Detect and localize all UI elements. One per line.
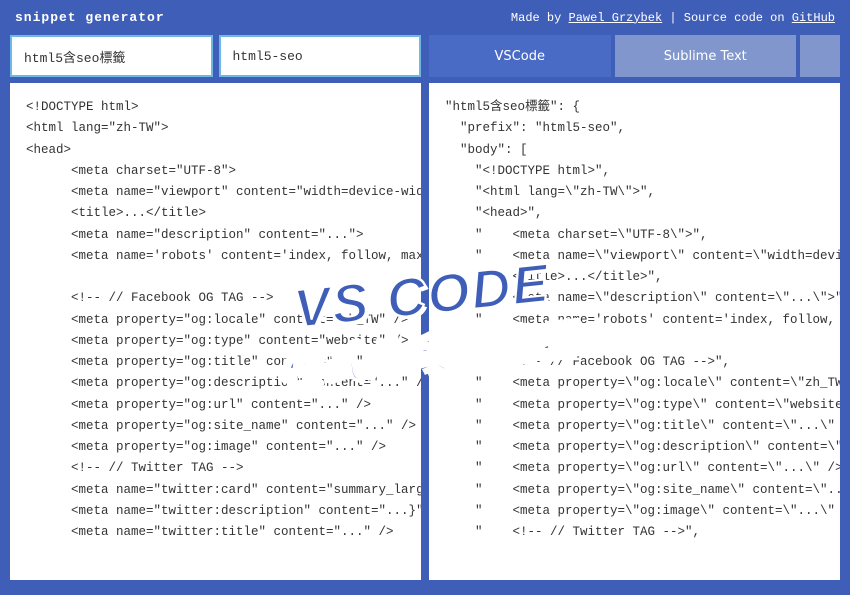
code-line: <!DOCTYPE html> (26, 97, 405, 118)
code-line: <meta property="og:description" content=… (26, 373, 405, 394)
code-line: " <meta property=\"og:image\" content=\"… (445, 501, 824, 522)
code-line: " <meta name=\"viewport\" content=\"widt… (445, 246, 824, 267)
code-line: <meta property="og:site_name" content=".… (26, 416, 405, 437)
author-link[interactable]: Pawel Grzybek (569, 11, 663, 25)
right-panel: VSCode Sublime Text "html5含seo標籤": { "pr… (429, 35, 840, 580)
code-line: <meta property="og:type" content="websit… (26, 331, 405, 352)
code-line: "<html lang=\"zh-TW\">", (445, 182, 824, 203)
code-line: " <meta name=\"description\" content=\".… (445, 288, 824, 309)
code-line: " <meta name='robots' content='index, fo… (445, 310, 824, 331)
code-line: " <meta property=\"og:url\" content=\"..… (445, 458, 824, 479)
code-line: <meta property="og:image" content="..." … (26, 437, 405, 458)
code-line: <meta property="og:locale" content="zh_T… (26, 310, 405, 331)
code-line: "<!DOCTYPE html>", (445, 161, 824, 182)
code-line: <meta property="og:title" content="..." … (26, 352, 405, 373)
code-line: "html5含seo標籤": { (445, 97, 824, 118)
code-line: "prefix": "html5-seo", (445, 118, 824, 139)
code-line (26, 267, 405, 288)
editor-tabs: VSCode Sublime Text (429, 35, 840, 77)
code-line: " <meta charset=\"UTF-8\">", (445, 225, 824, 246)
tab-trigger-input[interactable] (219, 35, 422, 77)
code-line: <meta name="description" content="..."> (26, 225, 405, 246)
code-line: <!-- // Twitter TAG --> (26, 458, 405, 479)
code-line: <!-- // Facebook OG TAG --> (26, 288, 405, 309)
header-credits: Made by Pawel Grzybek | Source code on G… (511, 11, 835, 25)
code-line: <meta charset="UTF-8"> (26, 161, 405, 182)
code-line: <meta name="twitter:description" content… (26, 501, 405, 522)
tab-extra[interactable] (800, 35, 840, 77)
code-line: <meta name="twitter:title" content="..."… (26, 522, 405, 543)
code-line: "<head>", (445, 203, 824, 224)
code-line: " <meta property=\"og:title\" content=\"… (445, 416, 824, 437)
code-line: " <!-- // Facebook OG TAG -->", (445, 352, 824, 373)
code-line: <meta name="viewport" content="width=dev… (26, 182, 405, 203)
code-line: <meta name="twitter:card" content="summa… (26, 480, 405, 501)
code-line: <html lang="zh-TW"> (26, 118, 405, 139)
source-code-area[interactable]: <!DOCTYPE html><html lang="zh-TW"><head>… (10, 83, 421, 580)
left-panel: <!DOCTYPE html><html lang="zh-TW"><head>… (10, 35, 421, 580)
header: snippet generator Made by Pawel Grzybek … (0, 0, 850, 35)
description-input[interactable] (10, 35, 213, 77)
code-line: " <!-- // Twitter TAG -->", (445, 522, 824, 543)
code-line: " <meta property=\"og:locale\" content=\… (445, 373, 824, 394)
code-line: " <meta property=\"og:type\" content=\"w… (445, 395, 824, 416)
code-line: "", (445, 331, 824, 352)
code-line: <title>...</title> (26, 203, 405, 224)
github-link[interactable]: GitHub (792, 11, 835, 25)
tab-vscode[interactable]: VSCode (429, 35, 611, 77)
app-title: snippet generator (15, 10, 165, 25)
code-line: <meta name='robots' content='index, foll… (26, 246, 405, 267)
code-line: " <meta property=\"og:description\" cont… (445, 437, 824, 458)
main-content: <!DOCTYPE html><html lang="zh-TW"><head>… (0, 35, 850, 580)
tab-sublime[interactable]: Sublime Text (615, 35, 797, 77)
code-line: "body": [ (445, 140, 824, 161)
code-line: " <title>...</title>", (445, 267, 824, 288)
code-line: <head> (26, 140, 405, 161)
output-code-area[interactable]: "html5含seo標籤": { "prefix": "html5-seo", … (429, 83, 840, 580)
code-line: " <meta property=\"og:site_name\" conten… (445, 480, 824, 501)
inputs-row (10, 35, 421, 77)
code-line: <meta property="og:url" content="..." /> (26, 395, 405, 416)
